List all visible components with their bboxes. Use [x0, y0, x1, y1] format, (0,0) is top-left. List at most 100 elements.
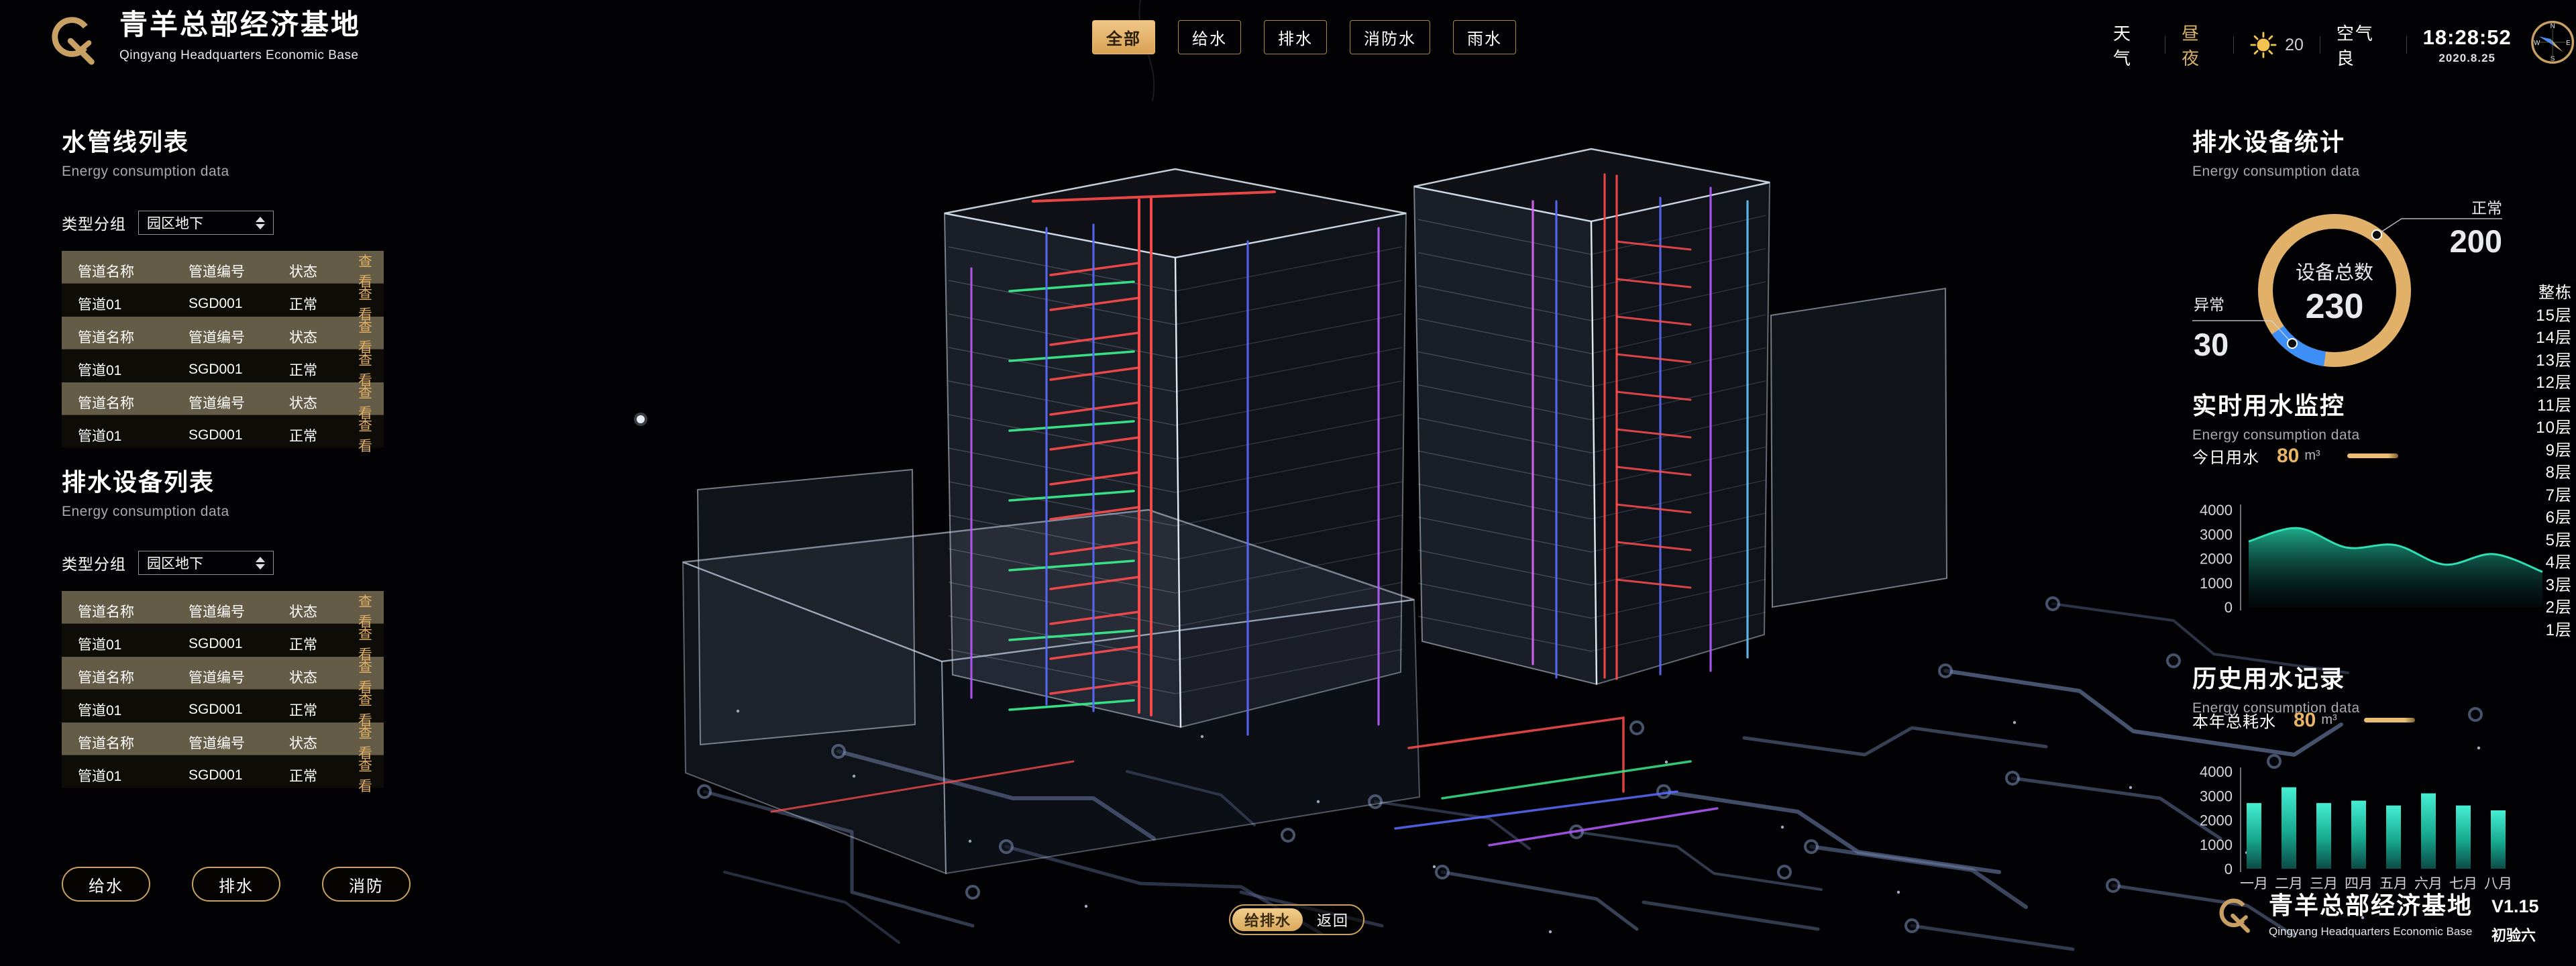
building-3d-viewport[interactable] — [0, 0, 2576, 966]
table-cell: 管道名称 — [78, 327, 189, 347]
group-select-value: 园区地下 — [147, 553, 203, 573]
floor-item[interactable]: 9层 — [2536, 439, 2572, 462]
metric-unit: m³ — [2321, 712, 2337, 728]
back-button[interactable]: 返回 — [1303, 909, 1363, 930]
panel-title: 历史用水记录 — [2192, 659, 2514, 694]
table-cell: 正常 — [289, 700, 358, 720]
system-filter-button[interactable]: 消防 — [322, 867, 411, 902]
panel-subtitle: Energy consumption data — [2192, 164, 2514, 180]
panel-title: 实时用水监控 — [2192, 386, 2514, 421]
svg-text:E: E — [2566, 40, 2571, 47]
weather-button[interactable]: 天气 — [2113, 20, 2149, 70]
table-cell: SGD001 — [189, 702, 289, 718]
table-cell: 管道编号 — [189, 327, 289, 347]
table-cell: 管道01 — [78, 360, 189, 380]
floor-item[interactable]: 5层 — [2536, 529, 2572, 552]
realtime-water-area-chart: 40003000200010000 — [2192, 496, 2576, 631]
table-cell: 正常 — [289, 294, 358, 314]
group-select[interactable]: 园区地下 — [138, 211, 274, 235]
floor-item[interactable]: 4层 — [2536, 551, 2572, 574]
table-cell: SGD001 — [189, 767, 289, 784]
mode-active-button[interactable]: 给排水 — [1232, 908, 1303, 931]
table-cell: 管道名称 — [78, 601, 189, 621]
select-arrows-icon — [256, 217, 265, 229]
svg-text:4000: 4000 — [2200, 502, 2233, 519]
temperature-value: 20 — [2285, 36, 2304, 55]
company-logo-icon — [2218, 894, 2255, 938]
version-label: V1.15 — [2491, 896, 2539, 917]
system-filter-button[interactable]: 给水 — [62, 867, 150, 902]
group-select[interactable]: 园区地下 — [138, 551, 274, 575]
floor-item[interactable]: 3层 — [2536, 574, 2572, 597]
svg-text:3000: 3000 — [2200, 526, 2233, 543]
floor-item[interactable]: 8层 — [2536, 462, 2572, 484]
floor-item[interactable]: 1层 — [2536, 619, 2572, 642]
table-cell: 管道名称 — [78, 667, 189, 687]
air-quality-label: 空气良 — [2337, 20, 2390, 70]
table-cell: 管道名称 — [78, 733, 189, 753]
brand: 青羊总部经济基地 Qingyang Headquarters Economic … — [50, 11, 361, 71]
svg-text:一月: 一月 — [2240, 876, 2268, 892]
pipe-type-tab[interactable]: 排水 — [1264, 20, 1327, 54]
table-cell: 状态 — [289, 392, 358, 413]
table-cell: SGD001 — [189, 362, 289, 378]
metric-value: 80 — [2294, 709, 2316, 732]
floor-item[interactable]: 2层 — [2536, 596, 2572, 619]
pipe-type-tab[interactable]: 雨水 — [1453, 20, 1516, 54]
panel-subtitle: Energy consumption data — [2192, 427, 2514, 443]
svg-text:4000: 4000 — [2200, 763, 2233, 780]
compass-icon[interactable]: N E S W — [2529, 17, 2576, 67]
floor-selector: 整栋15层14层13层12层11层10层9层8层7层6层5层4层3层2层1层 — [2536, 282, 2572, 641]
floor-item[interactable]: 整栋 — [2536, 282, 2572, 305]
table-row: 管道01SGD001正常查看 — [62, 690, 384, 722]
floor-item[interactable]: 12层 — [2536, 372, 2572, 394]
view-link[interactable]: 查看 — [358, 755, 372, 796]
table-cell: SGD001 — [189, 427, 289, 443]
table-cell: 管道编号 — [189, 392, 289, 413]
time-value: 18:28:52 — [2423, 27, 2512, 48]
floor-item[interactable]: 13层 — [2536, 350, 2572, 372]
metric-indicator-line — [2347, 453, 2398, 458]
svg-text:3000: 3000 — [2200, 788, 2233, 804]
build-label: 初验六 — [2491, 924, 2539, 945]
app-title: 青羊总部经济基地 — [119, 11, 361, 39]
floor-item[interactable]: 10层 — [2536, 417, 2572, 439]
svg-text:八月: 八月 — [2484, 876, 2512, 892]
svg-text:200: 200 — [2450, 223, 2502, 259]
table-cell: 管道编号 — [189, 667, 289, 687]
floor-item[interactable]: 6层 — [2536, 506, 2572, 529]
table-row: 管道01SGD001正常查看 — [62, 284, 384, 317]
svg-text:设备总数: 设备总数 — [2296, 262, 2373, 284]
select-arrows-icon — [256, 557, 265, 570]
mode-switcher: 给排水 返回 — [1229, 904, 1364, 935]
table-cell: 管道01 — [78, 634, 189, 654]
floor-item[interactable]: 7层 — [2536, 484, 2572, 507]
floor-item[interactable]: 11层 — [2536, 394, 2572, 417]
table-cell: 管道编号 — [189, 261, 289, 281]
system-filter-button[interactable]: 排水 — [192, 867, 280, 902]
table-cell: 状态 — [289, 601, 358, 621]
metric-indicator-line — [2364, 718, 2415, 722]
table-cell: 正常 — [289, 634, 358, 654]
pipe-type-tab[interactable]: 消防水 — [1350, 20, 1430, 54]
drain-table: 管道名称管道编号状态查看管道01SGD001正常查看管道名称管道编号状态查看管道… — [62, 591, 384, 788]
svg-text:正常: 正常 — [2471, 199, 2502, 217]
pipe-type-tab[interactable]: 给水 — [1178, 20, 1241, 54]
metric-label: 本年总耗水 — [2192, 708, 2276, 732]
metric-unit: m³ — [2304, 448, 2320, 464]
pipe-type-tab[interactable]: 全部 — [1092, 20, 1155, 54]
pipe-type-tabs: 全部给水排水消防水雨水 — [1092, 20, 1516, 54]
floor-item[interactable]: 15层 — [2536, 305, 2572, 327]
dashboard-root: 青羊总部经济基地 Qingyang Headquarters Economic … — [0, 0, 2576, 966]
view-link[interactable]: 查看 — [358, 415, 372, 455]
table-header-row: 管道名称管道编号状态查看 — [62, 591, 384, 624]
panel-title: 排水设备列表 — [62, 463, 384, 498]
daynight-button[interactable]: 昼夜 — [2182, 20, 2217, 70]
company-logo-icon — [50, 11, 102, 71]
svg-text:六月: 六月 — [2414, 876, 2443, 892]
svg-text:0: 0 — [2224, 599, 2233, 616]
divider — [2406, 36, 2407, 54]
footer-app-subtitle: Qingyang Headquarters Economic Base — [2269, 925, 2473, 938]
table-row: 管道01SGD001正常查看 — [62, 755, 384, 788]
floor-item[interactable]: 14层 — [2536, 327, 2572, 350]
